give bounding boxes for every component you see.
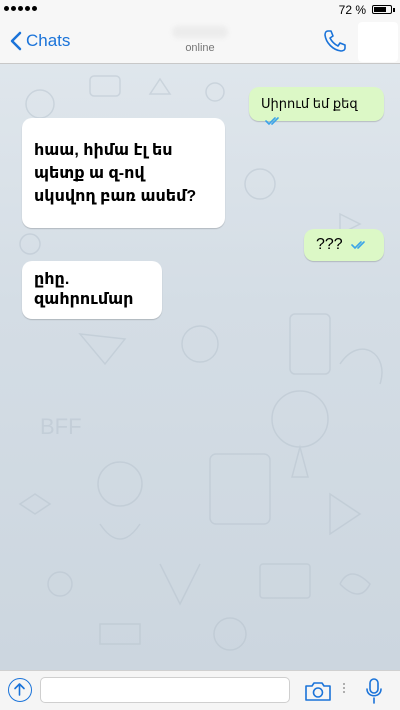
message-text-line: հաա, հիմա էլ ես (34, 142, 173, 159)
message-text-line: սկսվող բառ ասեմ? (34, 188, 197, 205)
signal-strength-icon (4, 6, 37, 11)
read-receipt-icon (265, 116, 279, 125)
phone-icon[interactable] (322, 28, 348, 54)
read-receipt-icon (351, 240, 365, 249)
message-input[interactable] (40, 677, 290, 703)
contact-name[interactable] (172, 26, 228, 38)
message-bubble-incoming[interactable]: հաա, հիմա էլ ես պետք ա զ-ով սկսվող բառ ա… (22, 118, 225, 228)
chat-area[interactable]: BFF Սիրում եմ քեզ հաա, հիմա էլ ես պետք ա (0, 64, 400, 670)
battery-percent: 72 % (338, 3, 366, 17)
message-bubble-outgoing[interactable]: Սիրում եմ քեզ (249, 87, 384, 125)
chat-header: Chats online (0, 20, 400, 64)
message-input-bar (0, 670, 400, 710)
message-text-line: ըհը. (34, 271, 70, 288)
message-text-line: զահրումար (34, 291, 134, 308)
message-bubble-outgoing[interactable]: ??? (304, 229, 384, 261)
avatar[interactable] (358, 22, 398, 62)
message-bubble-incoming[interactable]: ըհը. զահրումար (22, 261, 162, 319)
battery-icon (372, 5, 392, 14)
separator-dots (342, 681, 345, 699)
message-text: Սիրում եմ քեզ (261, 96, 358, 111)
microphone-icon[interactable] (364, 677, 384, 705)
message-text-line: պետք ա զ-ով (34, 165, 145, 182)
status-bar: 72 % (0, 0, 400, 20)
camera-icon[interactable] (304, 680, 332, 702)
svg-text:BFF: BFF (40, 414, 82, 439)
arrow-up-circle-icon[interactable] (8, 678, 32, 702)
message-text: ??? (316, 236, 343, 253)
